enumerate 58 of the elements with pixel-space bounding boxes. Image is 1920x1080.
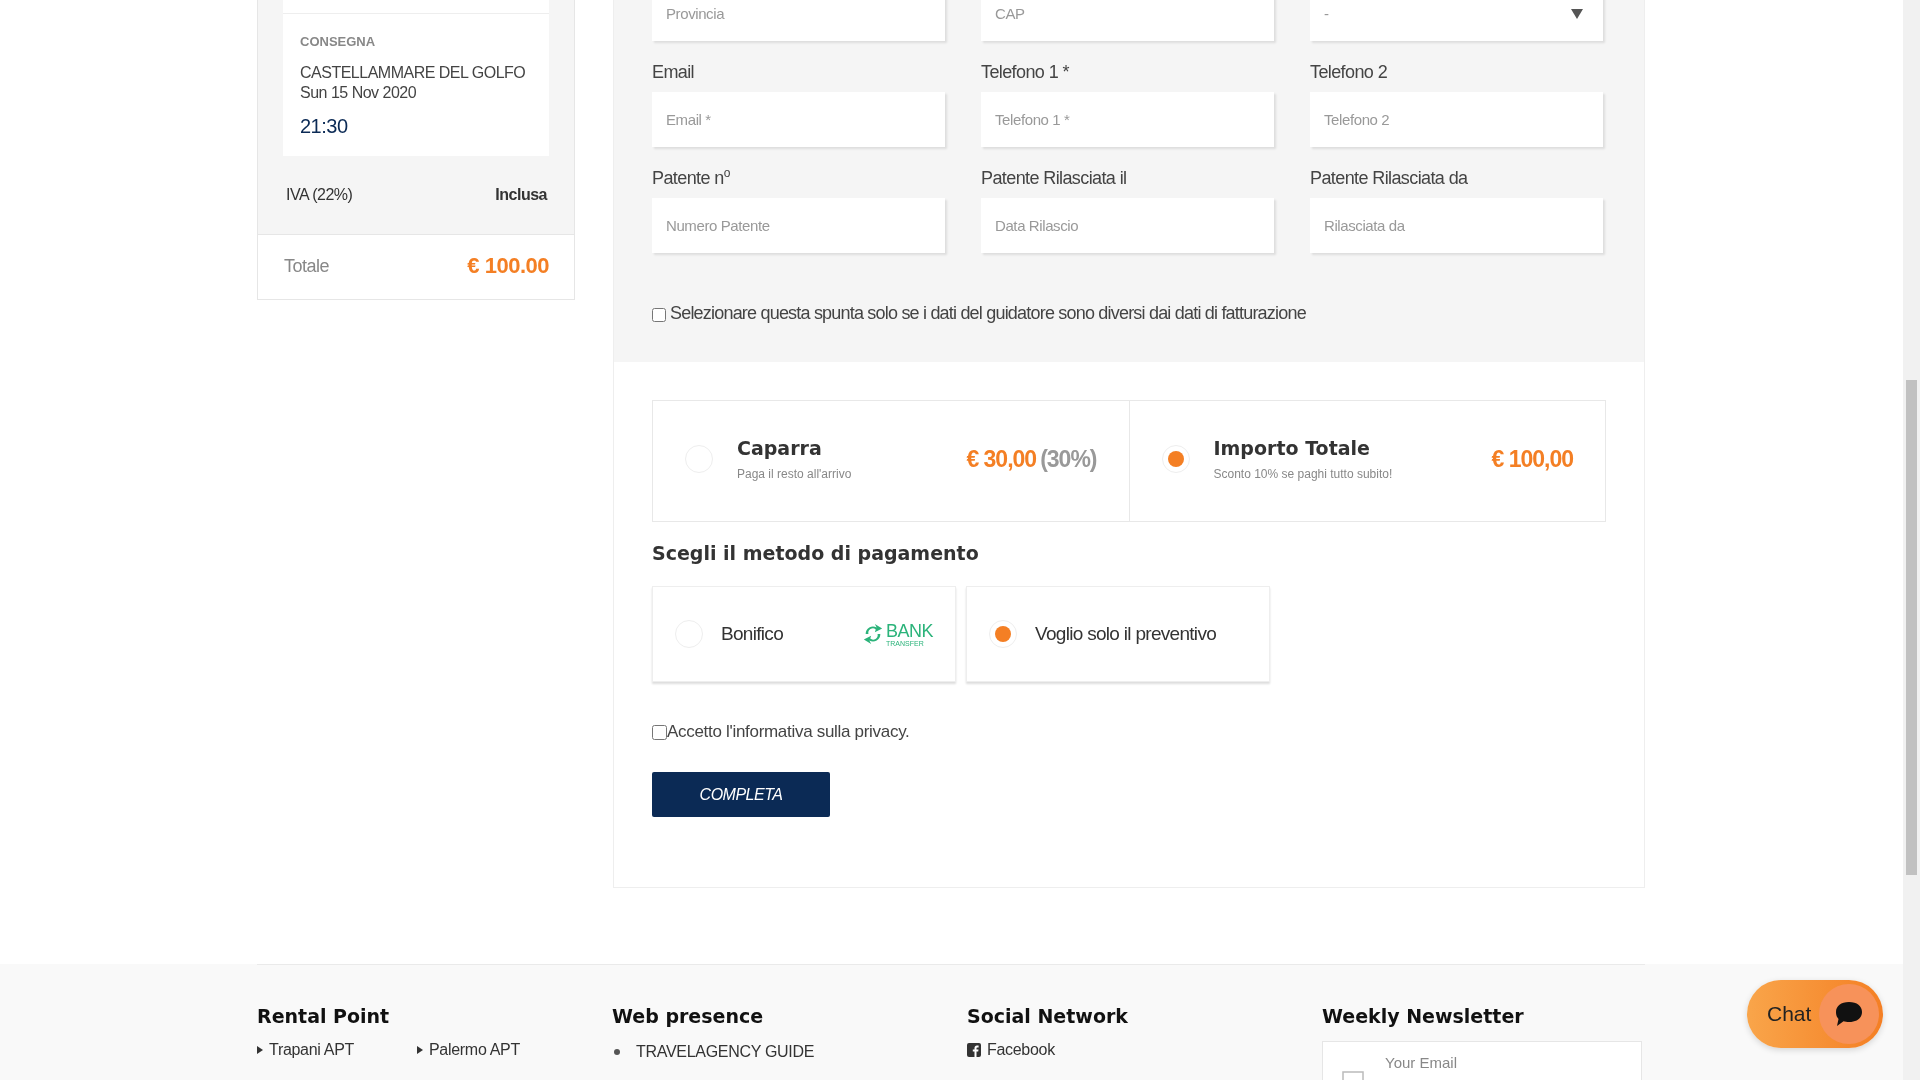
- delivery-date: Sun 15 Nov 2020: [300, 83, 418, 103]
- footer-link[interactable]: Facebook: [967, 1041, 1055, 1059]
- caret-icon: [1571, 8, 1583, 19]
- input-field[interactable]: Provincia: [652, 0, 945, 41]
- option-percent: (30%): [1040, 445, 1097, 472]
- footer-heading: Social Network: [967, 1005, 1129, 1027]
- scrollbar[interactable]: [1903, 0, 1920, 1080]
- footer-heading: Weekly Newsletter: [1322, 1005, 1525, 1027]
- field-label: Patente n$^{o}$: [652, 168, 731, 189]
- input-field[interactable]: Email *: [652, 92, 945, 147]
- option-amount: € 30,00: [966, 445, 1037, 472]
- option-title: Caparra: [737, 437, 823, 459]
- field-label: Patente Rilasciata da: [1310, 168, 1469, 189]
- option-subtitle: Sconto 10% se paghi tutto subito!: [1213, 467, 1394, 481]
- section-heading: Scegli il metodo di pagamento: [652, 542, 980, 564]
- input-field[interactable]: Numero Patente: [652, 198, 945, 253]
- amount-option[interactable]: Caparra Paga il resto all'arrivo € 30,00 (30%): [653, 401, 1129, 521]
- payment-method[interactable]: Voglio solo il preventivo: [966, 586, 1270, 682]
- total-label: Totale: [284, 255, 330, 277]
- checkbox[interactable]: [652, 308, 666, 322]
- footer-link[interactable]: Palermo APT: [417, 1041, 577, 1059]
- triangle-icon: [417, 1046, 423, 1054]
- amount-option[interactable]: Importo Totale Sconto 10% se paghi tutto subito! € 100,00: [1128, 401, 1605, 521]
- email-field[interactable]: Your Email: [1322, 1041, 1642, 1080]
- field-label: Telefono 2: [1310, 62, 1389, 83]
- submit-button[interactable]: COMPLETA: [652, 772, 830, 817]
- tax-value: Inclusa: [495, 186, 547, 204]
- footer-heading: Rental Point: [257, 1005, 391, 1027]
- footer-link[interactable]: TRAVELAGENCY GUIDE: [612, 1043, 815, 1061]
- footer-link[interactable]: Trapani APT: [257, 1041, 417, 1059]
- logo-text: BANK: [885, 621, 933, 640]
- field-label: Telefono 1 *: [981, 62, 1070, 83]
- delivery-place: CASTELLAMMARE DEL GOLFO: [300, 63, 527, 83]
- checkbox-label: Selezionare questa spunta solo se i dati del guidatore sono diversi dai dati di fatturazione: [670, 303, 1306, 324]
- tax-label: IVA (22%): [286, 186, 353, 204]
- chat-button[interactable]: Chat: [1747, 980, 1883, 1048]
- delivery-time: 21:30: [300, 115, 349, 138]
- input-field[interactable]: CAP: [981, 0, 1274, 41]
- input-field[interactable]: Data Rilascio: [981, 198, 1274, 253]
- field-label: Email: [652, 62, 695, 83]
- input-field[interactable]: Telefono 1 *: [981, 92, 1274, 147]
- input-field[interactable]: Rilasciata da: [1310, 198, 1603, 253]
- triangle-icon: [257, 1046, 263, 1054]
- input-field[interactable]: Telefono 2: [1310, 92, 1603, 147]
- field-label: Patente Rilasciata il: [981, 168, 1128, 189]
- delivery-label: CONSEGNA: [300, 34, 377, 49]
- speech-bubble-icon: [1834, 1000, 1864, 1028]
- checkbox-label: Accetto l'informativa sulla privacy.: [667, 722, 910, 742]
- option-amount: € 100,00: [1491, 445, 1573, 472]
- footer-heading: Web presence: [612, 1005, 765, 1027]
- method-label: Bonifico: [721, 623, 784, 645]
- option-title: Importo Totale: [1213, 437, 1371, 459]
- method-label: Voglio solo il preventivo: [1035, 623, 1218, 645]
- select-placeholder: -: [1324, 5, 1329, 22]
- facebook-icon: [967, 1043, 981, 1057]
- checkbox[interactable]: [652, 724, 667, 740]
- total-value: € 100.00: [467, 253, 549, 279]
- option-subtitle: Paga il resto all'arrivo: [737, 467, 853, 481]
